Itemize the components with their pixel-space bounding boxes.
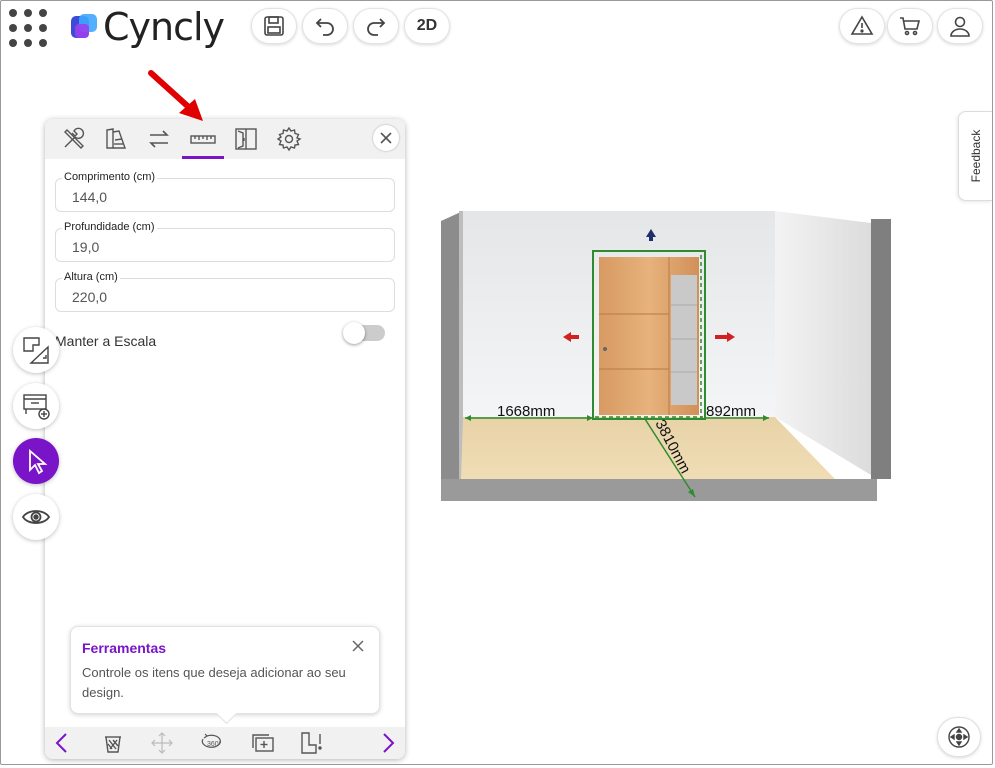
- cabinet-shelves: [671, 275, 697, 405]
- grid-dots-icon[interactable]: [9, 9, 49, 49]
- eye-icon: [21, 510, 51, 524]
- tooltip-title: Ferramentas: [82, 640, 167, 656]
- room-3d-viewport[interactable]: 1668mm 892mm 3810mm: [439, 209, 893, 503]
- undo-icon: [315, 18, 334, 36]
- duplicate-button[interactable]: [250, 730, 276, 756]
- swap-icon: [149, 130, 169, 148]
- item-warning-button[interactable]: [299, 730, 325, 756]
- length-value[interactable]: 144,0: [72, 189, 107, 205]
- brand-mark-icon: [69, 12, 99, 42]
- toggle-knob: [343, 322, 365, 344]
- redo-icon: [367, 18, 386, 36]
- app-window: Cyncly 2D Feedback Comprimento (cm) 144,…: [0, 0, 993, 765]
- tab-doors[interactable]: [230, 123, 262, 155]
- move-icon: [151, 732, 173, 754]
- swatch-icon: [106, 128, 126, 149]
- next-button[interactable]: [375, 730, 401, 756]
- tooltip-close-icon[interactable]: [351, 639, 365, 653]
- cart-icon: [900, 17, 921, 36]
- doors-icon: [235, 128, 257, 150]
- feedback-label: Feedback: [968, 129, 983, 183]
- properties-panel: Comprimento (cm) 144,0 Profundidade (cm)…: [45, 119, 405, 759]
- keep-scale-toggle[interactable]: [343, 322, 385, 344]
- warnings-button[interactable]: [839, 8, 885, 44]
- view-options-button[interactable]: [13, 494, 59, 540]
- select-tool-button[interactable]: [13, 438, 59, 484]
- duplicate-icon: [252, 734, 274, 752]
- depth-value[interactable]: 19,0: [72, 239, 99, 255]
- redo-button[interactable]: [353, 8, 399, 44]
- item-warning-icon: [301, 732, 322, 754]
- height-field[interactable]: Altura (cm) 220,0: [55, 271, 395, 312]
- tab-dimensions[interactable]: [182, 123, 224, 159]
- warning-icon: [850, 15, 874, 35]
- gear-icon: [276, 126, 302, 152]
- right-wall-section: [871, 219, 891, 479]
- tools-tooltip: Ferramentas Controle os itens que deseja…: [70, 626, 380, 714]
- chevron-right-icon: [383, 733, 395, 753]
- close-icon: [380, 132, 392, 144]
- add-furniture-button[interactable]: [13, 383, 59, 429]
- save-button[interactable]: [251, 8, 297, 44]
- chevron-left-icon: [55, 733, 67, 753]
- height-value[interactable]: 220,0: [72, 289, 107, 305]
- svg-text:360°: 360°: [207, 740, 222, 748]
- brand-name: Cyncly: [103, 5, 225, 49]
- item-toolbar: 360°: [45, 727, 405, 759]
- dim-left-label: 1668mm: [497, 403, 555, 420]
- add-cabinet-icon: [23, 394, 50, 420]
- brand-logo: Cyncly: [69, 5, 225, 49]
- rotate-360-icon: 360°: [201, 733, 222, 748]
- view-2d-button[interactable]: 2D: [404, 8, 450, 44]
- account-button[interactable]: [937, 8, 983, 44]
- move-button[interactable]: [149, 730, 175, 756]
- depth-label: Profundidade (cm): [62, 221, 157, 233]
- panel-tab-bar: [45, 119, 405, 159]
- ruler-icon: [190, 135, 216, 144]
- dim-right-label: 892mm: [706, 403, 756, 420]
- tab-tools[interactable]: [58, 123, 90, 155]
- delete-button[interactable]: [100, 730, 126, 756]
- floor: [461, 417, 835, 479]
- panel-close-button[interactable]: [373, 125, 399, 151]
- cursor-icon: [29, 449, 48, 475]
- annotation-arrow-icon: [148, 70, 203, 121]
- tab-settings[interactable]: [273, 123, 305, 155]
- tab-materials[interactable]: [100, 123, 132, 155]
- trash-icon: [105, 736, 121, 753]
- tab-swap[interactable]: [143, 123, 175, 155]
- floorplan-icon: [23, 337, 49, 364]
- depth-field[interactable]: Profundidade (cm) 19,0: [55, 221, 395, 262]
- tooltip-body: Controle os itens que deseja adicionar a…: [82, 665, 346, 700]
- length-label: Comprimento (cm): [62, 171, 158, 183]
- save-icon: [264, 16, 284, 36]
- prev-button[interactable]: [49, 730, 75, 756]
- height-label: Altura (cm): [62, 271, 120, 283]
- feedback-tab[interactable]: Feedback: [958, 111, 992, 201]
- floorplan-tool-button[interactable]: [13, 327, 59, 373]
- cart-button[interactable]: [887, 8, 933, 44]
- user-icon: [950, 16, 970, 37]
- floor-section: [441, 479, 877, 501]
- recenter-button[interactable]: [937, 717, 981, 757]
- keep-scale-label: Manter a Escala: [55, 333, 157, 349]
- undo-button[interactable]: [302, 8, 348, 44]
- tools-icon: [64, 127, 85, 149]
- recenter-icon: [948, 726, 970, 748]
- length-field[interactable]: Comprimento (cm) 144,0: [55, 171, 395, 212]
- rotate-button[interactable]: 360°: [198, 730, 224, 756]
